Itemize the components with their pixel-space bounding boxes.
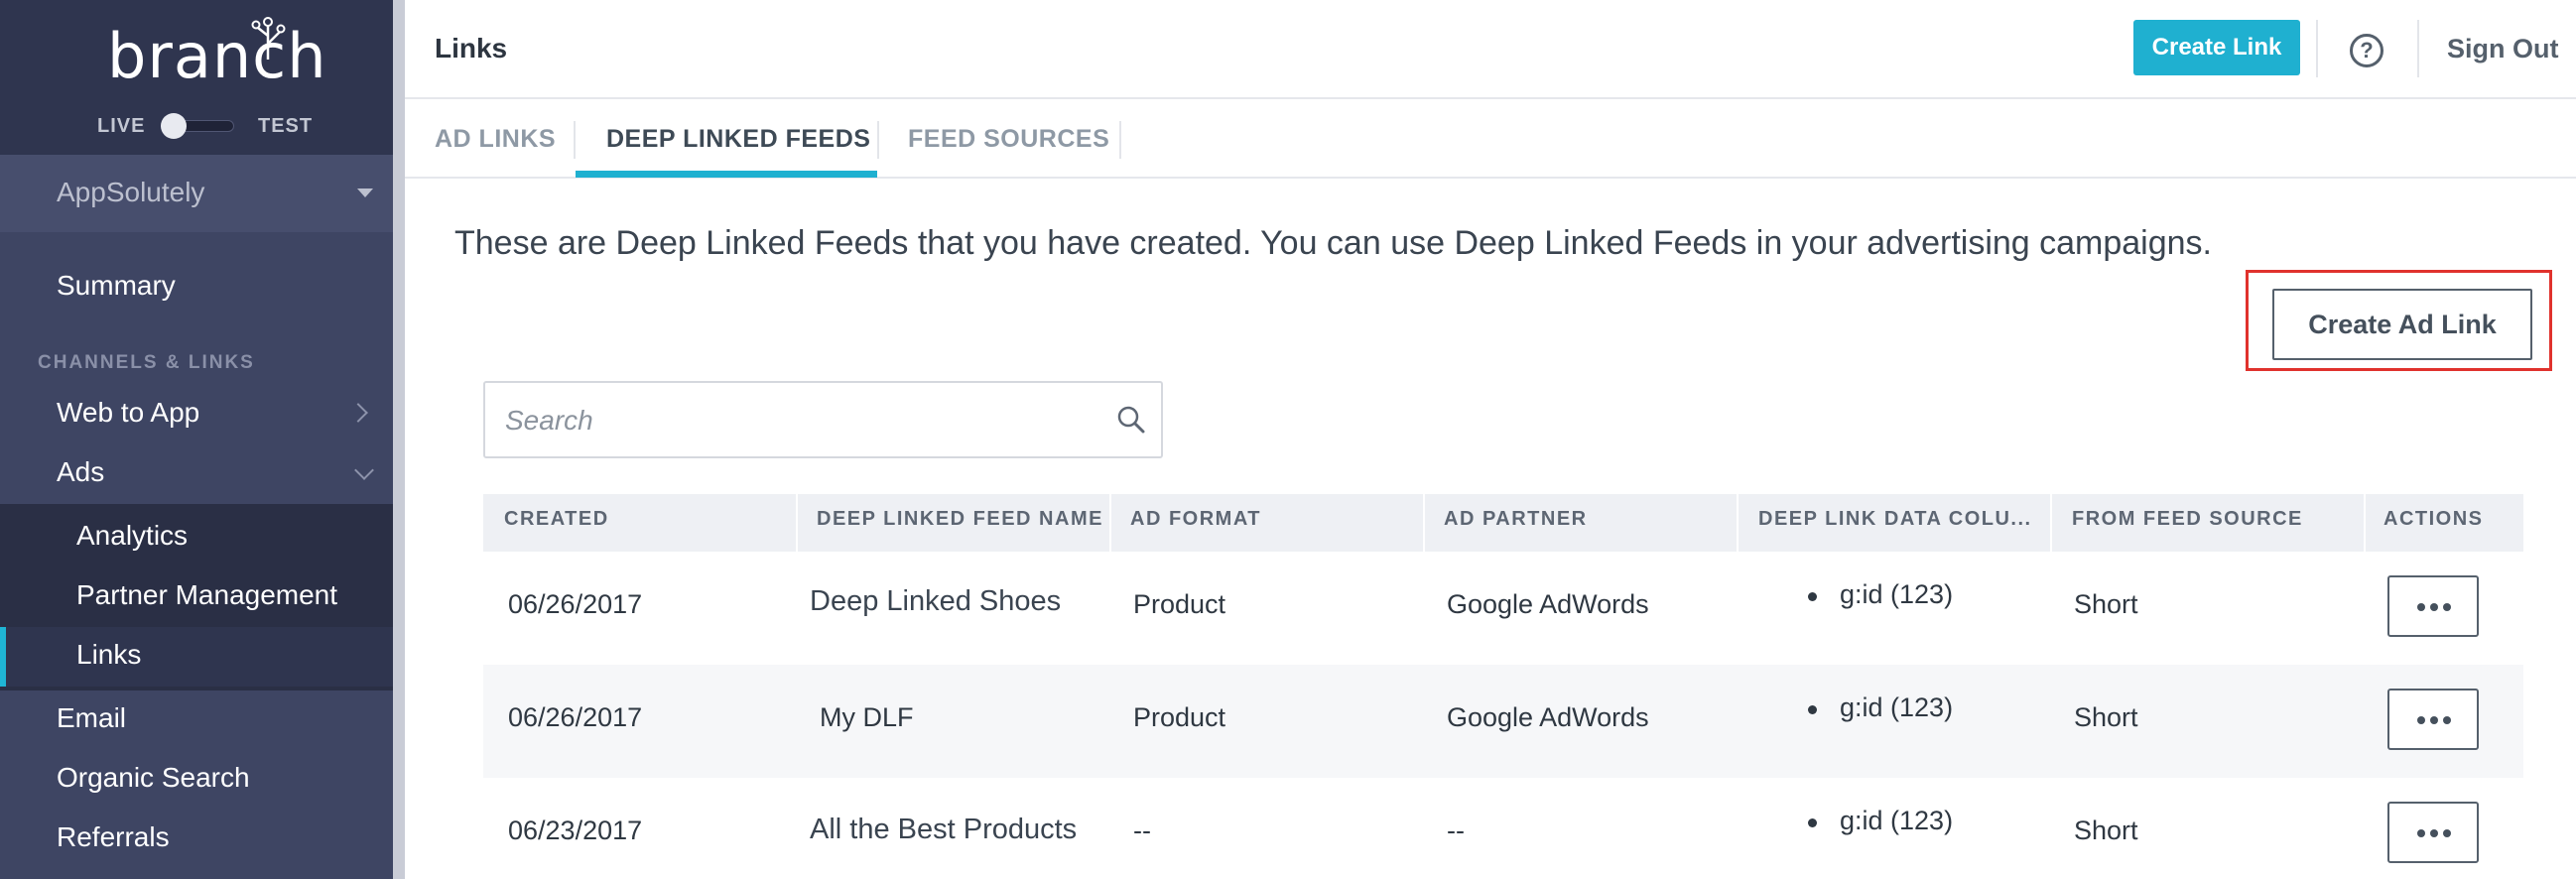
more-dot-icon bbox=[2430, 603, 2438, 611]
column-separator bbox=[1109, 494, 1111, 552]
bullet-icon bbox=[1808, 592, 1817, 601]
env-live-label: LIVE bbox=[97, 115, 146, 137]
tab-ad-links[interactable]: AD LINKS bbox=[435, 125, 556, 154]
tab-separator bbox=[1119, 121, 1121, 159]
active-row-highlight bbox=[0, 627, 393, 687]
sidebar-item-label: Ads bbox=[57, 456, 105, 487]
row-actions-button[interactable] bbox=[2387, 575, 2479, 637]
sidebar-item-email[interactable]: Email bbox=[57, 702, 126, 734]
active-indicator bbox=[0, 627, 6, 687]
cell-ad-partner: Google AdWords bbox=[1447, 589, 1649, 619]
search-input[interactable] bbox=[505, 403, 1081, 439]
column-separator bbox=[796, 494, 798, 552]
sidebar-item-partner-management[interactable]: Partner Management bbox=[76, 579, 337, 611]
cell-data-column: g:id (123) bbox=[1840, 806, 1954, 835]
create-ad-link-button[interactable]: Create Ad Link bbox=[2272, 289, 2532, 360]
caret-down-icon bbox=[357, 188, 373, 197]
more-dot-icon bbox=[2443, 603, 2451, 611]
sidebar-item-summary-label: Summary bbox=[57, 270, 176, 301]
sidebar-item-organic-search[interactable]: Organic Search bbox=[57, 762, 250, 794]
column-header-ad-partner[interactable]: AD PARTNER bbox=[1444, 508, 1588, 531]
row-actions-button[interactable] bbox=[2387, 689, 2479, 750]
column-separator bbox=[1737, 494, 1739, 552]
column-header-data-column[interactable]: DEEP LINK DATA COLU... bbox=[1758, 508, 2032, 531]
cell-created: 06/26/2017 bbox=[508, 589, 643, 619]
cell-ad-partner: -- bbox=[1447, 816, 1465, 845]
sidebar-item-analytics[interactable]: Analytics bbox=[76, 520, 188, 552]
more-dot-icon bbox=[2443, 716, 2451, 724]
env-toggle-knob[interactable] bbox=[161, 113, 187, 139]
tab-separator bbox=[877, 121, 879, 159]
cell-data-column: g:id (123) bbox=[1840, 692, 1954, 722]
header-divider bbox=[2417, 20, 2419, 77]
cell-feed-source: Short bbox=[2074, 702, 2138, 732]
cell-feed-name: All the Best Products bbox=[810, 814, 1078, 845]
more-dot-icon bbox=[2430, 829, 2438, 837]
sidebar-item-referrals[interactable]: Referrals bbox=[57, 821, 170, 853]
column-header-created[interactable]: CREATED bbox=[504, 508, 609, 531]
more-dot-icon bbox=[2417, 603, 2425, 611]
cell-ad-partner: Google AdWords bbox=[1447, 702, 1649, 732]
sidebar-item-label: Web to App bbox=[57, 397, 200, 428]
column-separator bbox=[2364, 494, 2366, 552]
page-title: Links bbox=[435, 33, 508, 63]
sidebar-edge bbox=[393, 0, 405, 879]
cell-ad-format: -- bbox=[1133, 816, 1151, 845]
cell-created: 06/23/2017 bbox=[508, 816, 643, 845]
bullet-icon bbox=[1808, 818, 1817, 827]
search-icon[interactable] bbox=[1116, 405, 1146, 435]
column-header-feed-source[interactable]: FROM FEED SOURCE bbox=[2072, 508, 2303, 531]
row-actions-button[interactable] bbox=[2387, 802, 2479, 863]
column-header-name[interactable]: DEEP LINKED FEED NAME bbox=[817, 508, 1103, 531]
create-link-button[interactable]: Create Link bbox=[2133, 20, 2300, 75]
more-dot-icon bbox=[2443, 829, 2451, 837]
cell-feed-source: Short bbox=[2074, 816, 2138, 845]
tab-separator bbox=[574, 121, 576, 159]
table-row[interactable] bbox=[483, 778, 2523, 879]
tab-feed-sources[interactable]: FEED SOURCES bbox=[908, 125, 1109, 154]
cell-ad-format: Product bbox=[1133, 702, 1226, 732]
bullet-icon bbox=[1808, 705, 1817, 714]
branch-logo[interactable]: branch bbox=[107, 22, 327, 91]
tab-deep-linked-feeds[interactable]: DEEP LINKED FEEDS bbox=[606, 125, 870, 154]
cell-feed-name: Deep Linked Shoes bbox=[810, 585, 1062, 617]
app-name: AppSolutely bbox=[57, 177, 205, 207]
search-box bbox=[483, 381, 1163, 458]
env-test-label: TEST bbox=[258, 115, 314, 137]
more-dot-icon bbox=[2417, 716, 2425, 724]
column-separator bbox=[1423, 494, 1425, 552]
logo-tree-icon bbox=[251, 17, 286, 60]
help-icon[interactable]: ? bbox=[2350, 34, 2383, 67]
cell-created: 06/26/2017 bbox=[508, 702, 643, 732]
intro-text: These are Deep Linked Feeds that you hav… bbox=[454, 224, 2213, 262]
active-tab-underline bbox=[576, 171, 877, 178]
sign-out-link[interactable]: Sign Out bbox=[2447, 34, 2558, 64]
column-header-actions: ACTIONS bbox=[2383, 508, 2484, 530]
column-header-ad-format[interactable]: AD FORMAT bbox=[1130, 508, 1261, 531]
cell-ad-format: Product bbox=[1133, 589, 1226, 619]
more-dot-icon bbox=[2417, 829, 2425, 837]
header-divider bbox=[2316, 20, 2318, 77]
more-dot-icon bbox=[2430, 716, 2438, 724]
section-title-channels: CHANNELS & LINKS bbox=[38, 352, 255, 373]
sidebar-item-links[interactable]: Links bbox=[76, 639, 141, 671]
cell-data-column: g:id (123) bbox=[1840, 579, 1954, 609]
cell-feed-source: Short bbox=[2074, 589, 2138, 619]
cell-feed-name: My DLF bbox=[820, 702, 914, 732]
column-separator bbox=[2050, 494, 2052, 552]
